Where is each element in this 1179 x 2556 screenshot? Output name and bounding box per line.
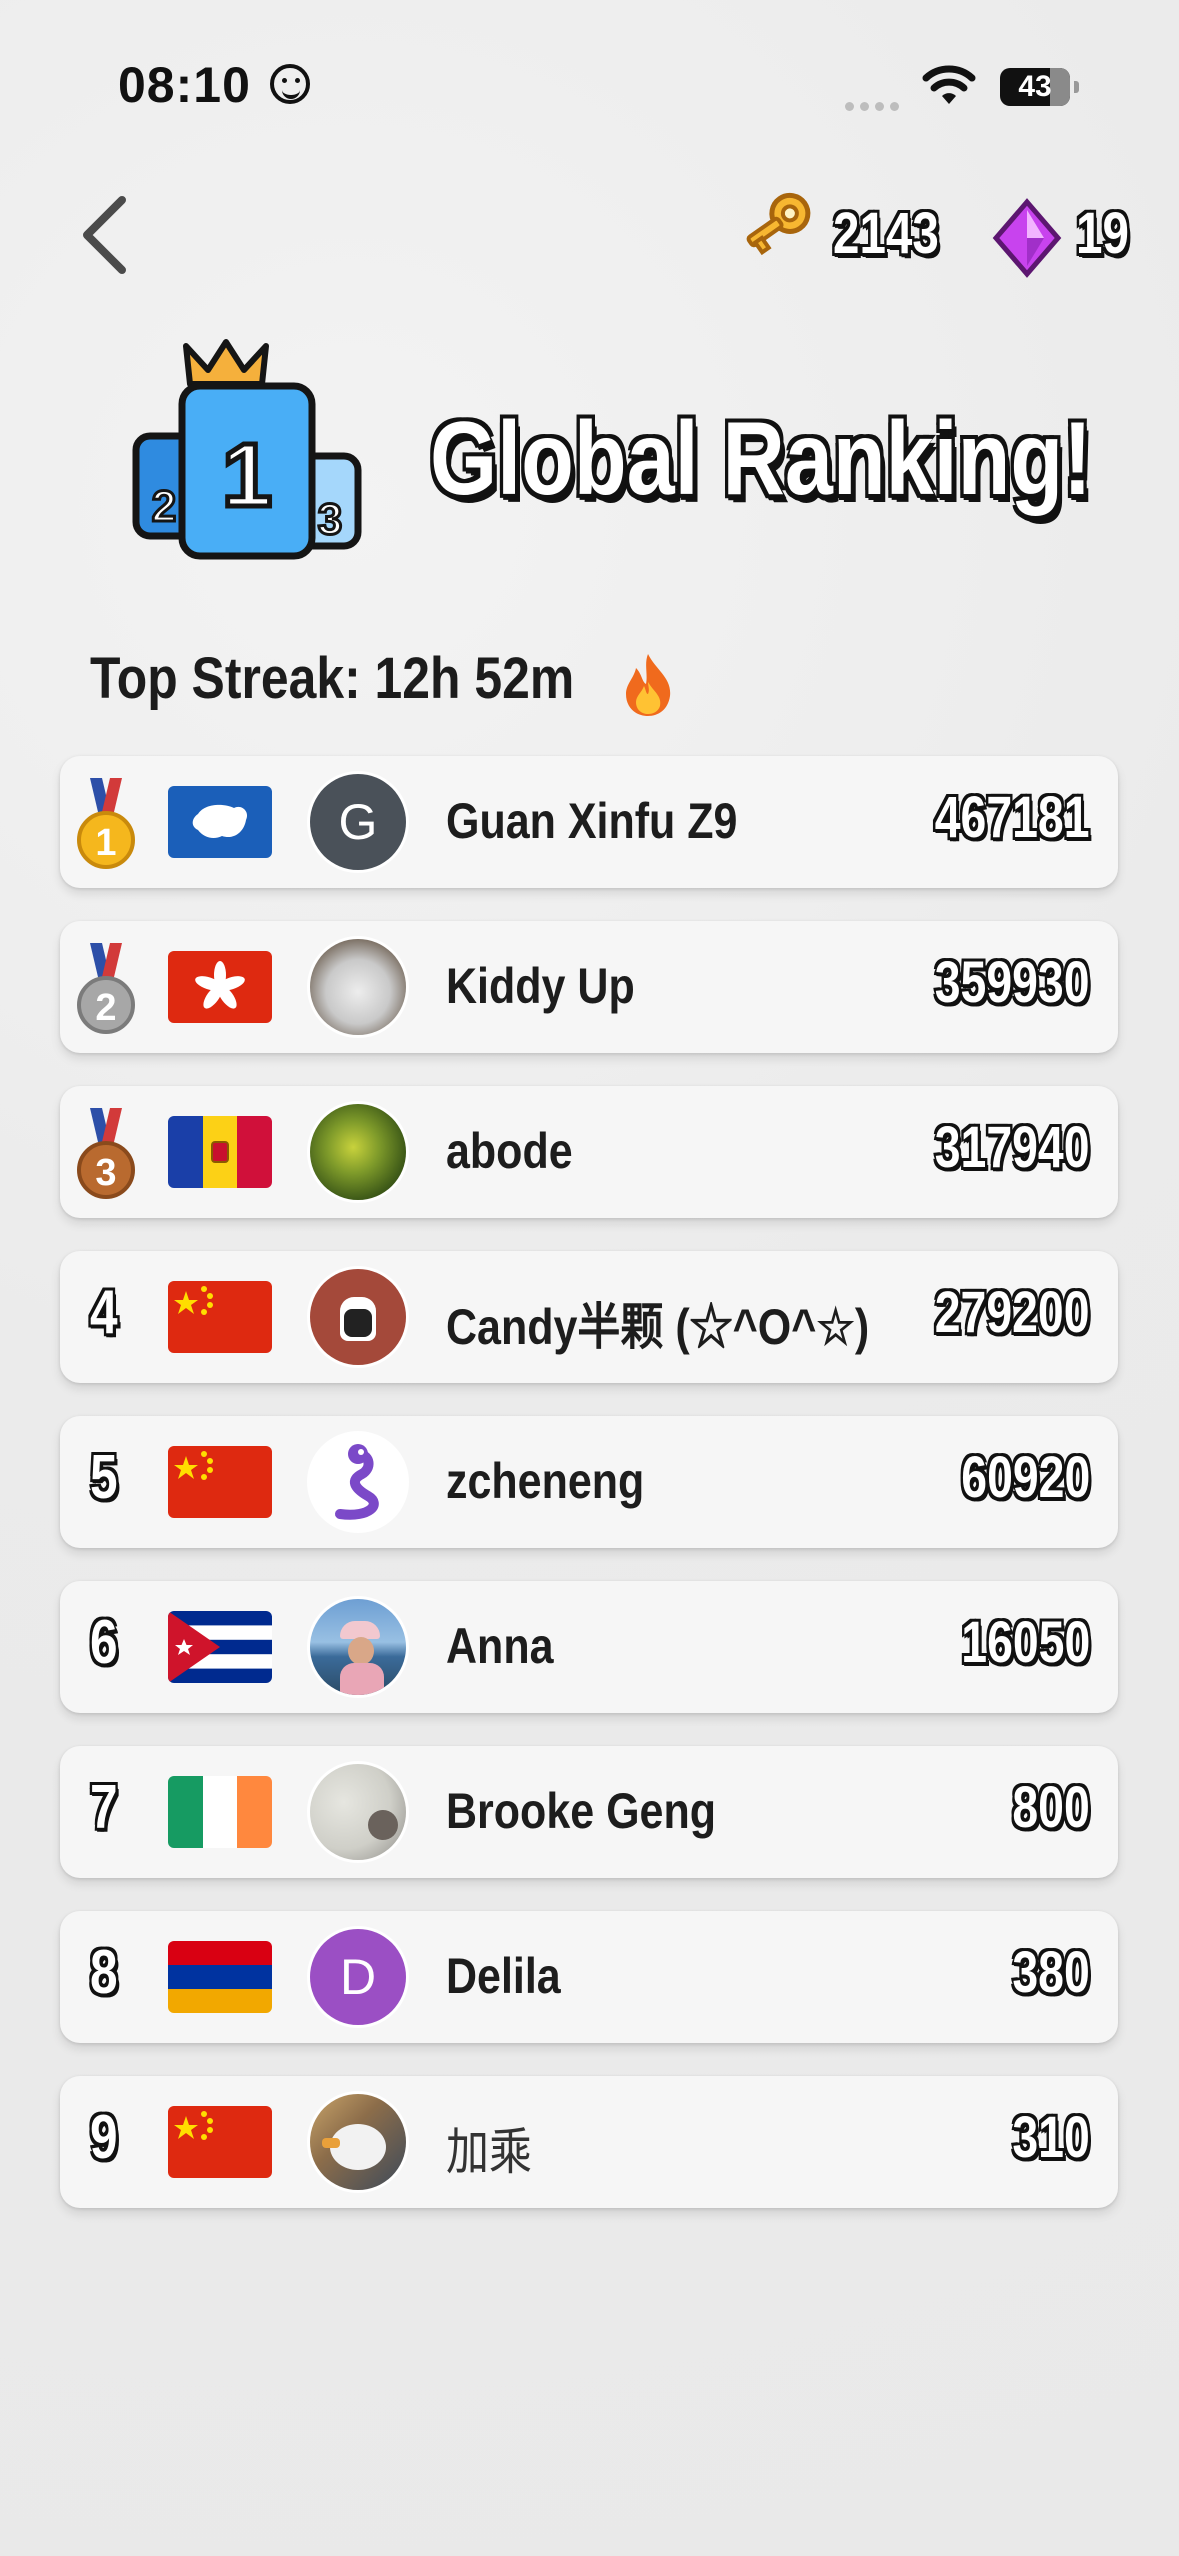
avatar: D xyxy=(310,1929,406,2025)
wifi-icon xyxy=(922,65,976,104)
player-score: 16050 xyxy=(960,1610,1090,1675)
ireland-flag-icon xyxy=(168,1776,272,1848)
player-name: abode xyxy=(446,1123,573,1179)
avatar-cartoon-photo xyxy=(310,1269,406,1365)
leaderboard-row[interactable]: 9 加乘 310 xyxy=(60,2076,1118,2208)
player-name: Guan Xinfu Z9 xyxy=(446,793,738,849)
player-name: 加乘 xyxy=(446,2124,532,2180)
gems-count: 19 xyxy=(1076,201,1129,266)
player-score: 279200 xyxy=(935,1280,1090,1345)
avatar-dragon-photo xyxy=(310,1434,406,1530)
player-score: 60920 xyxy=(960,1445,1090,1510)
battery-indicator: 43 xyxy=(1000,68,1079,106)
rank-number: 5 xyxy=(90,1443,118,1512)
status-time: 08:10 xyxy=(118,57,251,113)
avatar-person-photo xyxy=(310,1599,406,1695)
leaderboard-row[interactable]: 6 Anna 16050 xyxy=(60,1581,1118,1713)
svg-text:1: 1 xyxy=(95,822,116,864)
player-name: Brooke Geng xyxy=(446,1783,716,1839)
avatar-cat-photo xyxy=(310,939,406,1035)
avatar-grey-photo xyxy=(310,1764,406,1860)
andorra-flag-icon xyxy=(168,1116,272,1188)
rank-number: 4 xyxy=(90,1278,118,1347)
player-name: Kiddy Up xyxy=(446,958,635,1014)
cuba-flag-icon xyxy=(168,1611,272,1683)
player-name: Delila xyxy=(446,1948,561,2004)
rank-number: 9 xyxy=(90,2103,118,2172)
avatar: G xyxy=(310,774,406,870)
leaderboard-row[interactable]: 8 D Delila 380 xyxy=(60,1911,1118,2043)
bronze-medal-icon: 3 xyxy=(77,1108,135,1199)
player-score: 359930 xyxy=(935,950,1090,1015)
keys-count: 2143 xyxy=(833,201,939,266)
armenia-flag-icon xyxy=(168,1941,272,2013)
top-streak-label: Top Streak: 12h 52m xyxy=(90,646,575,711)
china-flag-icon xyxy=(168,2106,272,2178)
silver-medal-icon: 2 xyxy=(77,943,135,1034)
leaderboard-row[interactable]: 3 abode 317940 xyxy=(60,1086,1118,1218)
svg-text:2: 2 xyxy=(95,987,116,1029)
player-name: Anna xyxy=(446,1618,554,1674)
gem-icon xyxy=(992,198,1062,278)
china-flag-icon xyxy=(168,1281,272,1353)
key-icon xyxy=(746,192,811,256)
player-name: Candy半颗 (☆^O^☆) xyxy=(446,1299,870,1355)
rank-number: 8 xyxy=(90,1938,118,2007)
page-title: Global Ranking! xyxy=(430,401,1092,517)
player-score: 380 xyxy=(1012,1940,1090,2005)
rank-number: 7 xyxy=(90,1773,118,1842)
rank-number: 6 xyxy=(90,1608,118,1677)
player-score: 317940 xyxy=(935,1115,1090,1180)
player-score: 800 xyxy=(1012,1775,1090,1840)
antarctica-flag-icon xyxy=(168,786,272,858)
svg-text:2: 2 xyxy=(152,482,176,531)
svg-text:3: 3 xyxy=(318,495,342,544)
podium-icon: 1 2 3 xyxy=(132,339,362,560)
avatar-bird-photo xyxy=(310,2094,406,2190)
leaderboard-row[interactable]: 4 Candy半颗 (☆^O^☆) 279200 xyxy=(60,1251,1118,1383)
back-chevron-icon[interactable] xyxy=(72,190,142,280)
svg-text:3: 3 xyxy=(95,1152,116,1194)
smiley-face-icon xyxy=(270,64,310,104)
avatar-fruit-photo xyxy=(310,1104,406,1200)
china-flag-icon xyxy=(168,1446,272,1518)
svg-text:1: 1 xyxy=(222,426,272,526)
leaderboard-row[interactable]: 5 zcheneng 60920 xyxy=(60,1416,1118,1548)
leaderboard-row[interactable]: 7 Brooke Geng 800 xyxy=(60,1746,1118,1878)
leaderboard-row[interactable]: 2 Kiddy Up 359930 xyxy=(60,921,1118,1053)
player-score: 467181 xyxy=(935,785,1090,850)
leaderboard-row[interactable]: 1 G Guan Xinfu Z9 467181 xyxy=(60,756,1118,888)
player-name: zcheneng xyxy=(446,1453,645,1509)
fire-icon xyxy=(626,654,671,716)
gold-medal-icon: 1 xyxy=(77,778,135,869)
hong-kong-flag-icon xyxy=(168,951,272,1023)
player-score: 310 xyxy=(1012,2105,1090,2170)
signal-dots-icon xyxy=(845,96,905,115)
